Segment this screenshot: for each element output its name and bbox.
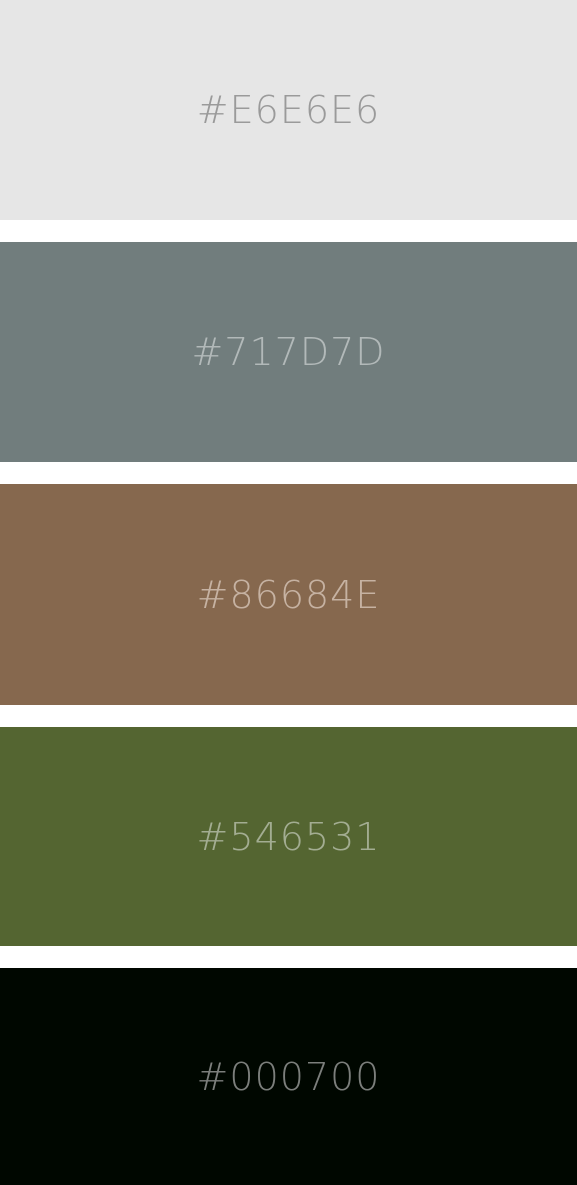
swatch-e6e6e6: #E6E6E6 — [0, 0, 577, 220]
color-palette: #E6E6E6 #717D7D #86684E #546531 #000700 — [0, 0, 577, 1185]
hex-code-label: #E6E6E6 — [196, 88, 381, 132]
swatch-546531: #546531 — [0, 727, 577, 946]
hex-code-label: #000700 — [196, 1054, 381, 1099]
hex-code-label: #546531 — [196, 814, 381, 859]
swatch-86684e: #86684E — [0, 484, 577, 705]
hex-code-label: #717D7D — [191, 330, 386, 374]
swatch-717d7d: #717D7D — [0, 242, 577, 462]
hex-code-label: #86684E — [196, 572, 381, 617]
swatch-000700: #000700 — [0, 968, 577, 1185]
